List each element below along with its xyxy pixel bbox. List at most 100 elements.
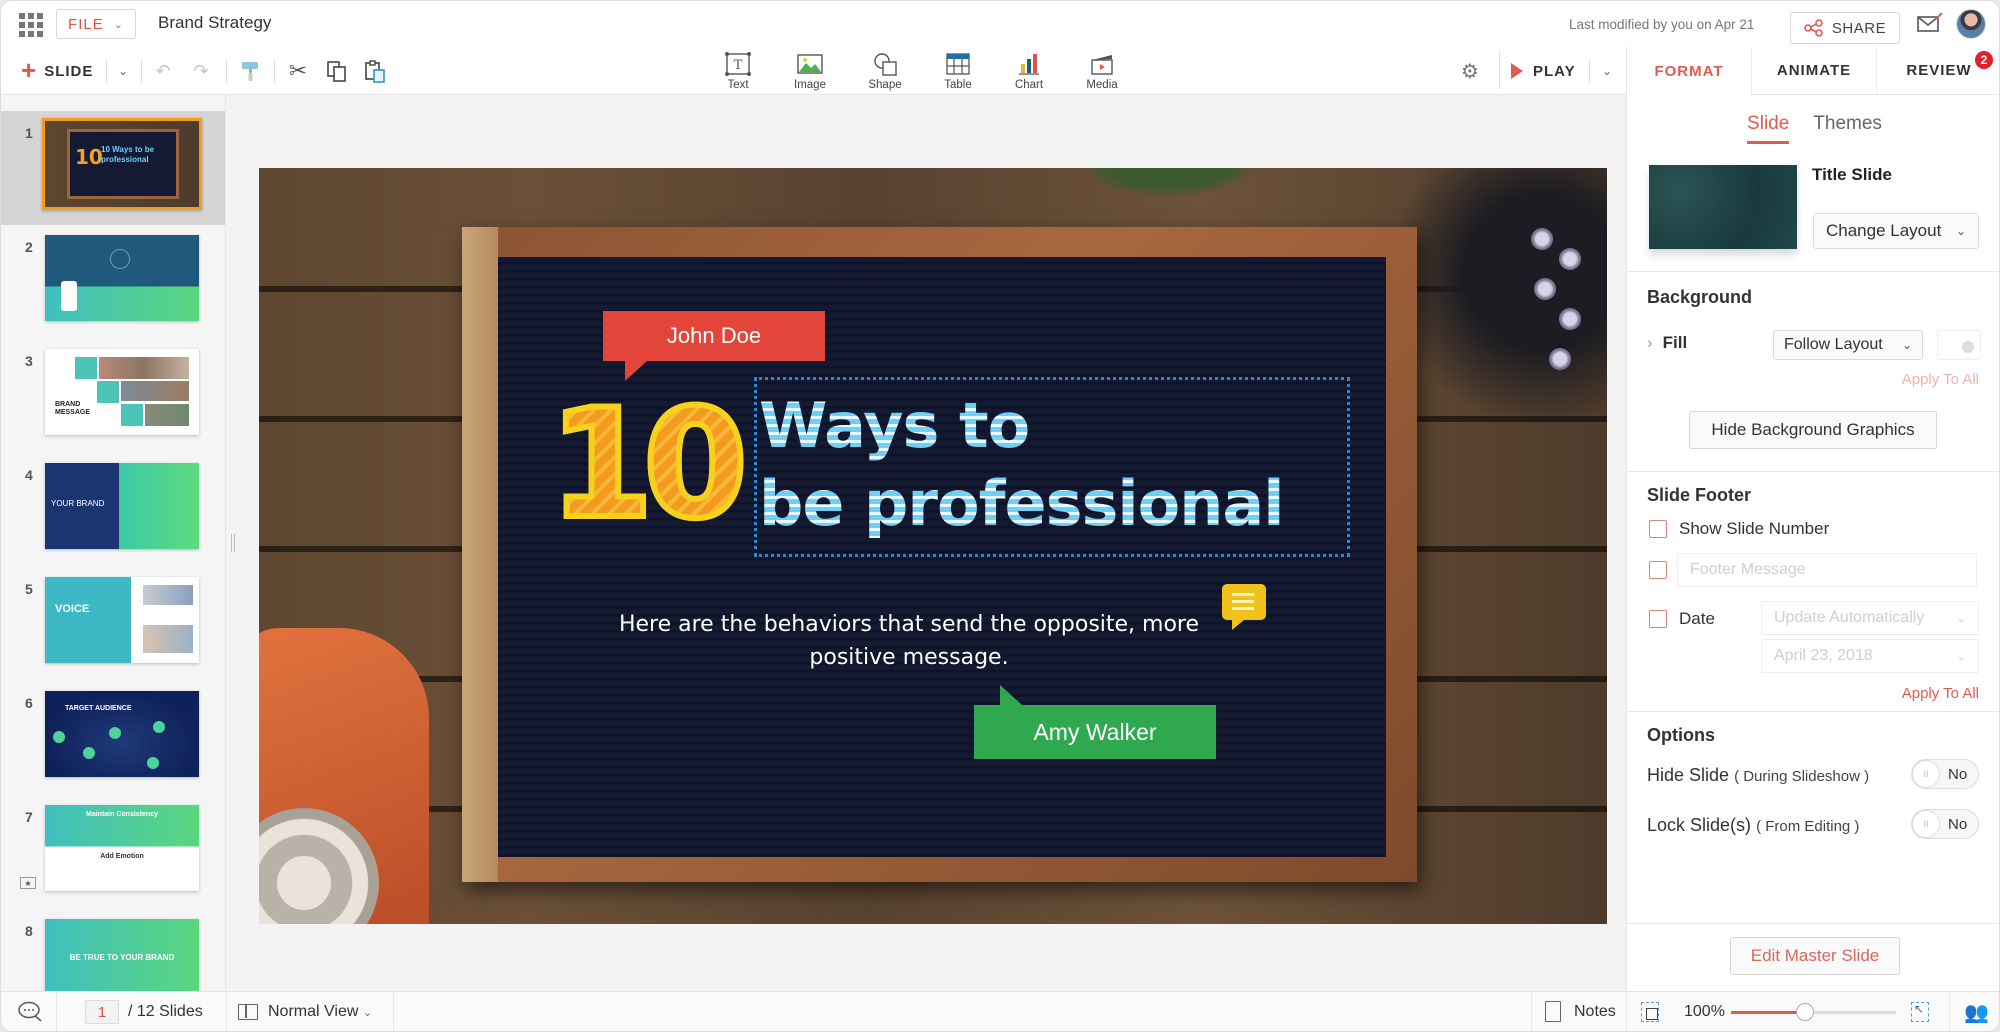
slide-title[interactable]: Ways to be professional [759,387,1349,543]
tab-format[interactable]: FORMAT [1627,47,1751,95]
file-menu-button[interactable]: FILE ⌄ [56,9,136,39]
fill-label: Fill [1662,333,1688,352]
subtab-themes[interactable]: Themes [1813,113,1882,144]
tab-review[interactable]: REVIEW 2 [1876,47,1999,95]
slide-thumbnail-2[interactable]: 2 [1,225,225,339]
play-button[interactable]: PLAY [1511,57,1576,85]
user-avatar[interactable] [1956,9,1986,39]
toolbar-divider [274,59,275,83]
document-title[interactable]: Brand Strategy [158,13,271,33]
insert-shape-button[interactable]: Shape [853,47,917,95]
send-mail-icon[interactable] [1917,13,1943,33]
format-painter-icon[interactable] [239,59,263,83]
date-value-dropdown[interactable]: April 23, 2018 ⌄ [1761,639,1979,673]
section-divider [1627,271,1999,272]
frame-left-edge [462,227,498,882]
edit-master-slide-button[interactable]: Edit Master Slide [1730,937,1900,975]
background-heading: Background [1647,287,1753,307]
slide-thumbnail-8[interactable]: 8 BE TRUE TO YOUR BRAND [1,909,225,991]
notes-icon[interactable] [1545,1001,1561,1022]
change-layout-label: Change Layout [1826,221,1942,240]
thumbnail-preview: BE TRUE TO YOUR BRAND [45,919,199,991]
settings-gear-icon[interactable]: ⚙ [1461,59,1485,83]
media-icon [1091,55,1113,75]
insert-image-button[interactable]: Image [778,47,842,95]
chevron-right-icon: › [1647,333,1653,352]
slide-thumbnail-3[interactable]: 3 BRAND MESSAGE [1,339,225,453]
slide-subtitle[interactable]: Here are the behaviors that send the opp… [589,608,1229,674]
share-label: SHARE [1831,19,1887,37]
hide-slide-note: ( During Slideshow ) [1734,768,1870,785]
insert-text-button[interactable]: T Text [706,47,770,95]
hide-background-graphics-button[interactable]: Hide Background Graphics [1689,411,1937,449]
notes-button[interactable]: Notes [1574,1003,1616,1021]
fill-color-swatch[interactable] [1937,330,1981,360]
callout-amy-walker[interactable]: Amy Walker [974,685,1216,759]
fullscreen-icon[interactable] [1911,1002,1929,1022]
last-modified-text: Last modified by you on Apr 21 [1569,17,1755,32]
date-mode-dropdown[interactable]: Update Automatically ⌄ [1761,601,1979,635]
insert-image-label: Image [794,79,826,91]
footer-message-input[interactable]: Footer Message [1677,553,1977,587]
zoom-slider[interactable] [1731,1003,1896,1021]
section-divider [1627,471,1999,472]
play-options-chevron-icon[interactable]: ⌄ [1595,59,1619,83]
insert-table-button[interactable]: Table [926,47,990,95]
insert-media-button[interactable]: Media [1070,47,1134,95]
slide-layout-dropdown-chevron-icon[interactable]: ⌄ [111,59,135,83]
fit-to-window-icon[interactable] [1641,1002,1659,1022]
slide-thumbnail-7[interactable]: 7 Maintain Consistency Add Emotion ★ [1,795,225,909]
phone-illustration [61,281,77,311]
share-button[interactable]: SHARE [1790,12,1900,44]
footer-message-checkbox[interactable] [1649,561,1667,579]
change-layout-dropdown[interactable]: Change Layout ⌄ [1813,213,1979,249]
tab-animate[interactable]: ANIMATE [1751,47,1876,95]
section-divider [1627,711,1999,712]
format-panel: Slide Themes Title Slide Change Layout ⌄… [1626,95,1999,991]
background-apply-to-all-link[interactable]: Apply To All [1902,371,1979,388]
hide-slide-row: Hide Slide ( During Slideshow ) [1647,765,1869,786]
typewriter-key [1549,348,1571,370]
redo-icon[interactable]: ↷ [189,59,213,83]
show-slide-number-checkbox[interactable] [1649,520,1667,538]
thumbnail-number: 6 [25,695,33,711]
chevron-down-icon: ⌄ [113,18,124,31]
undo-icon[interactable]: ↶ [151,59,175,83]
hide-slide-toggle[interactable]: II No [1911,759,1979,789]
review-badge: 2 [1975,51,1993,69]
show-slide-number-row[interactable]: Show Slide Number [1649,519,1829,539]
current-page-input[interactable]: 1 [85,1000,119,1024]
zoom-slider-handle[interactable] [1796,1003,1815,1021]
lock-slide-toggle[interactable]: II No [1911,809,1979,839]
copy-icon[interactable] [325,59,349,83]
cut-icon[interactable]: ✂ [286,58,310,83]
view-mode-label: Normal View [268,1003,359,1020]
footer-apply-to-all-link[interactable]: Apply To All [1902,685,1979,702]
statusbar-divider [1531,992,1532,1031]
slide-thumbnail-1[interactable]: 1 10 10 Ways to be professional [1,111,225,225]
chevron-down-icon: ⌄ [1901,338,1912,352]
paste-icon[interactable] [363,59,387,83]
slide-canvas[interactable]: John Doe 10 Ways to be professional Here… [259,168,1607,924]
date-checkbox[interactable] [1649,610,1667,628]
slide-thumbnail-6[interactable]: 6 TARGET AUDIENCE [1,681,225,795]
fill-type-dropdown[interactable]: Follow Layout ⌄ [1773,330,1923,360]
fill-row[interactable]: › Fill [1647,333,1687,353]
collaborators-icon[interactable]: 👥 [1964,1000,1989,1025]
lock-slide-label: Lock Slide(s) [1647,815,1752,835]
big-number-ten[interactable]: 10 [546,387,751,543]
date-row[interactable]: Date [1649,609,1715,629]
slide-thumbnail-4[interactable]: 4 YOUR BRAND [1,453,225,567]
insert-chart-label: Chart [1014,79,1044,91]
view-mode-dropdown[interactable]: Normal View ⌄ [268,1003,372,1021]
chat-icon[interactable] [17,1001,43,1023]
subtab-slide[interactable]: Slide [1747,113,1790,144]
callout-john-doe[interactable]: John Doe [603,311,825,381]
slide-thumbnail-5[interactable]: 5 VOICE [1,567,225,681]
statusbar-divider [56,992,57,1031]
thumbnail-panel-resize-handle[interactable] [231,534,235,552]
thumbnail-title: BE TRUE TO YOUR BRAND [69,953,175,962]
insert-chart-button[interactable]: Chart [997,47,1061,95]
app-grid-icon[interactable] [19,13,43,37]
new-slide-button[interactable]: + SLIDE [21,57,93,85]
